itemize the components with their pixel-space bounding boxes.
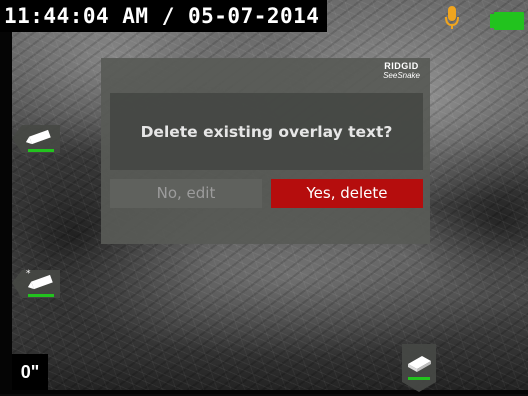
eraser-icon — [402, 344, 436, 392]
no-edit-button[interactable]: No, edit — [110, 179, 262, 208]
confirm-dialog: RIDGID SeeSnake Delete existing overlay … — [101, 58, 430, 244]
timestamp: 11:44:04 AM / 05-07-2014 — [0, 0, 328, 32]
brand-name: RIDGID — [384, 61, 419, 71]
sonde-indicator — [28, 149, 54, 152]
svg-text:*: * — [26, 269, 31, 279]
dialog-message: Delete existing overlay text? — [110, 93, 423, 170]
microphone-icon — [445, 6, 459, 29]
bottom-border — [0, 390, 528, 394]
left-border — [0, 0, 12, 394]
sonde-mark-button[interactable]: * — [12, 266, 64, 300]
battery-full-icon — [490, 12, 524, 30]
brand-product: SeeSnake — [383, 71, 420, 80]
brand-logo: RIDGID SeeSnake — [383, 62, 420, 80]
sonde-button[interactable] — [12, 121, 64, 155]
yes-delete-button[interactable]: Yes, delete — [271, 179, 423, 208]
zoom-badge: 0" — [12, 354, 48, 390]
sonde-mark-indicator — [28, 294, 54, 297]
erase-button[interactable] — [402, 344, 436, 392]
